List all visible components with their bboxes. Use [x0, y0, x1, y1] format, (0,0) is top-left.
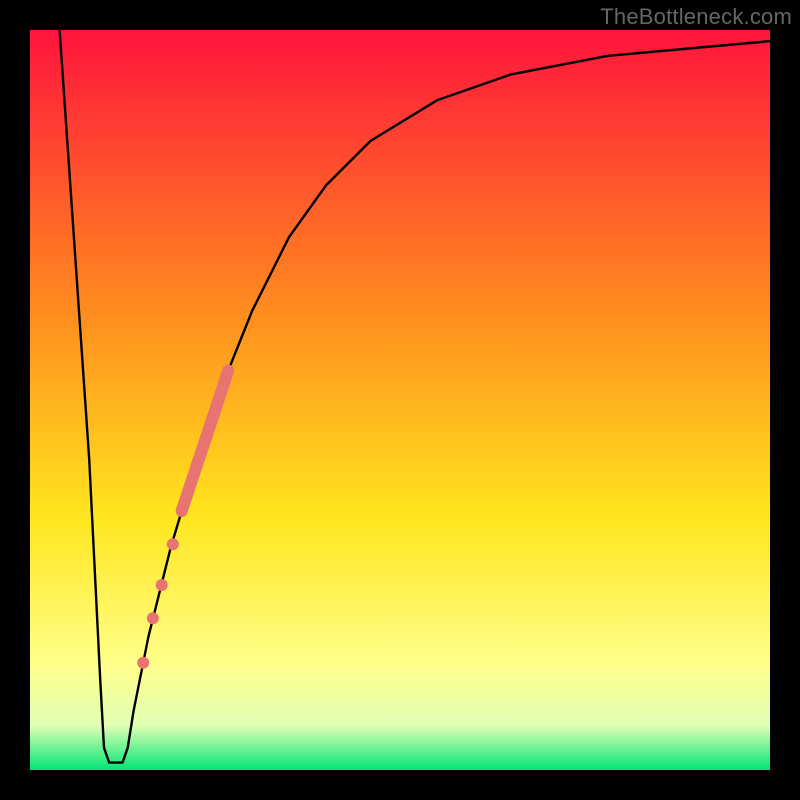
bottleneck-chart: [0, 0, 800, 800]
chart-frame: { "watermark": "TheBottleneck.com", "col…: [0, 0, 800, 800]
marker-dot: [147, 612, 159, 624]
marker-dot: [137, 657, 149, 669]
marker-dot: [167, 538, 179, 550]
marker-dot: [156, 579, 168, 591]
